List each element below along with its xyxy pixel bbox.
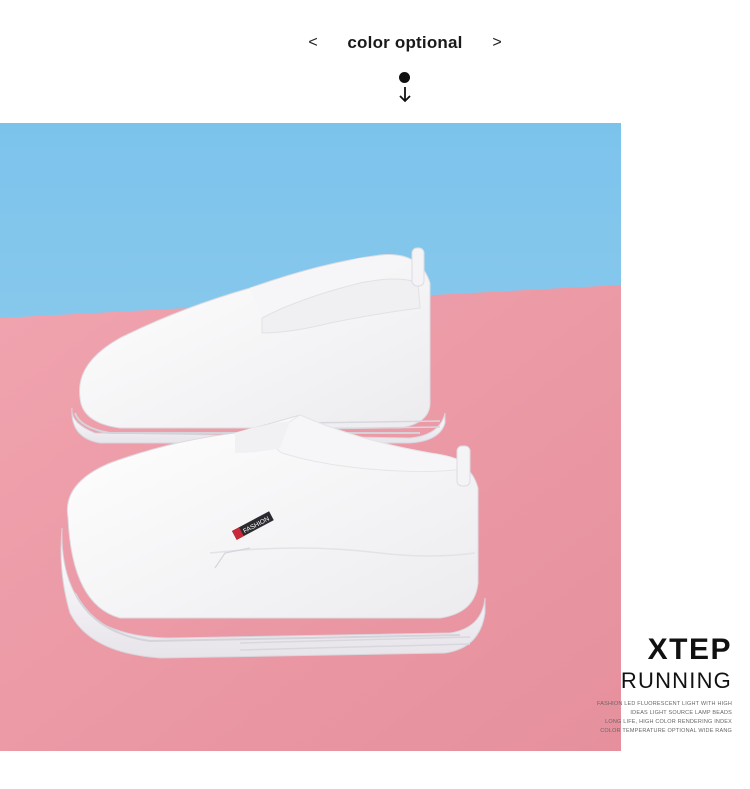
next-color-button[interactable]: > <box>484 30 510 56</box>
brand-desc-line: COLOR TEMPERATURE OPTIONAL WIDE RANG <box>600 728 732 734</box>
brand-desc-line: FASHION LED FLUORESCENT LIGHT WITH HIGH <box>596 701 732 707</box>
brand-subtitle: RUNNING <box>620 668 732 693</box>
header: < color optional > <box>0 0 750 120</box>
dot-icon <box>399 72 410 83</box>
brand-block: XTEP RUNNING FASHION LED FLUORESCENT LIG… <box>597 632 732 736</box>
product-photo: FASHION <box>0 123 621 751</box>
section-title: color optional <box>347 33 463 52</box>
arrow-down-icon <box>399 87 411 103</box>
brand-name: XTEP <box>647 633 732 666</box>
prev-color-button[interactable]: < <box>300 30 326 56</box>
brand-description: FASHION LED FLUORESCENT LIGHT WITH HIGH … <box>597 700 732 736</box>
brand-desc-line: IDEAS LIGHT SOURCE LAMP BEADS <box>630 710 732 716</box>
color-nav: < color optional > <box>300 30 510 56</box>
brand-desc-line: LONG LIFE, HIGH COLOR RENDERING INDEX <box>605 719 732 725</box>
white-slip-on-shoes-icon: FASHION <box>0 123 621 751</box>
